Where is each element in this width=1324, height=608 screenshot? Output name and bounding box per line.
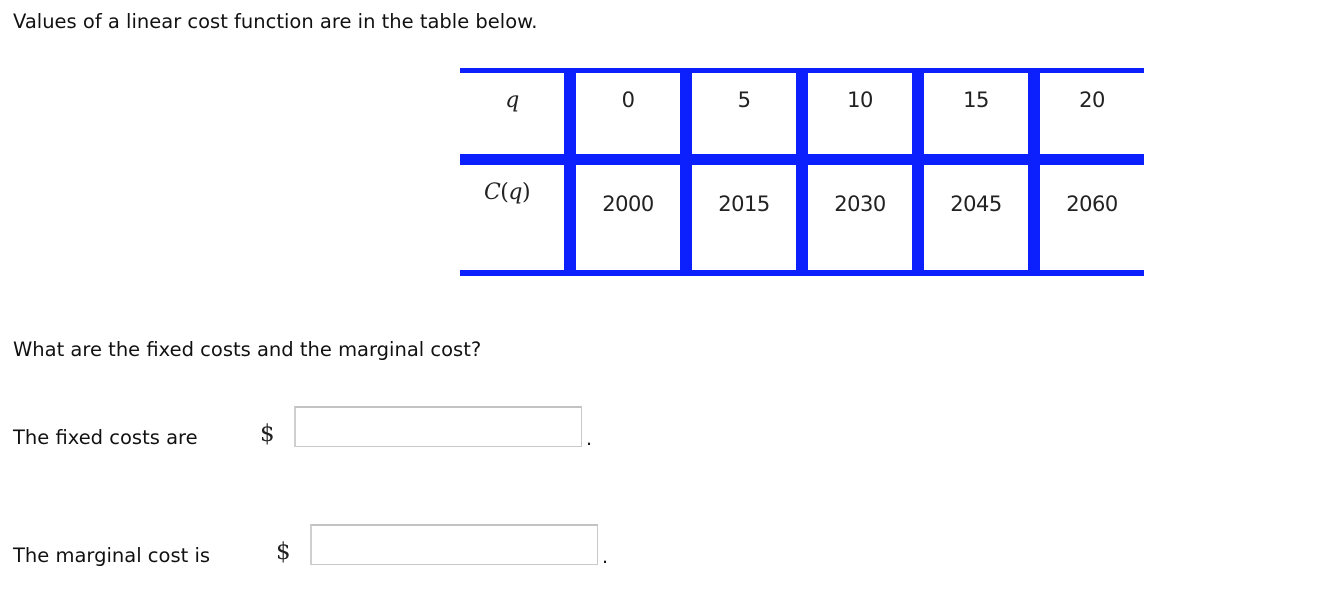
marginal-cost-input[interactable] bbox=[310, 524, 598, 565]
q-value: 5 bbox=[737, 88, 751, 112]
q-symbol: q bbox=[505, 88, 519, 113]
row-header-q: q bbox=[460, 88, 564, 113]
q-value: 10 bbox=[847, 88, 873, 112]
cost-value-cell: 2060 bbox=[1040, 192, 1144, 216]
open-paren: ( bbox=[500, 180, 509, 205]
row-header-cost: C(q) bbox=[460, 180, 554, 205]
table-column-divider bbox=[912, 68, 924, 276]
close-paren: ) bbox=[521, 180, 531, 205]
cost-value-cell: 2015 bbox=[692, 192, 796, 216]
cost-value-cell: 2000 bbox=[576, 192, 680, 216]
table-column-divider bbox=[1028, 68, 1040, 276]
q-value-cell: 10 bbox=[808, 88, 912, 112]
cost-function-arg: q bbox=[508, 180, 522, 205]
cost-value: 2030 bbox=[834, 192, 886, 216]
cost-table: q 0 5 10 15 20 C(q) 2000 2015 2030 2045 … bbox=[460, 68, 1144, 276]
fixed-costs-input[interactable] bbox=[294, 406, 582, 447]
marginal-cost-label: The marginal cost is bbox=[13, 544, 211, 567]
cost-value: 2000 bbox=[602, 192, 654, 216]
question-text: What are the fixed costs and the margina… bbox=[13, 338, 482, 361]
q-value-cell: 5 bbox=[692, 88, 796, 112]
fixed-costs-label: The fixed costs are bbox=[13, 426, 198, 449]
q-value-cell: 20 bbox=[1040, 88, 1144, 112]
cost-value: 2015 bbox=[718, 192, 770, 216]
intro-text: Values of a linear cost function are in … bbox=[13, 10, 538, 33]
cost-value-cell: 2045 bbox=[924, 192, 1028, 216]
dollar-sign: $ bbox=[276, 539, 291, 565]
q-value-cell: 15 bbox=[924, 88, 1028, 112]
table-column-divider bbox=[680, 68, 692, 276]
marginal-cost-period: . bbox=[602, 546, 609, 568]
q-value: 0 bbox=[621, 88, 635, 112]
table-column-divider bbox=[796, 68, 808, 276]
q-value: 15 bbox=[963, 88, 989, 112]
cost-function-name: C bbox=[483, 180, 501, 205]
dollar-sign: $ bbox=[260, 421, 275, 447]
cost-value: 2045 bbox=[950, 192, 1002, 216]
q-value: 20 bbox=[1079, 88, 1105, 112]
q-value-cell: 0 bbox=[576, 88, 680, 112]
cost-value-cell: 2030 bbox=[808, 192, 912, 216]
cost-value: 2060 bbox=[1066, 192, 1118, 216]
table-column-divider bbox=[564, 68, 576, 276]
fixed-costs-period: . bbox=[586, 428, 593, 450]
